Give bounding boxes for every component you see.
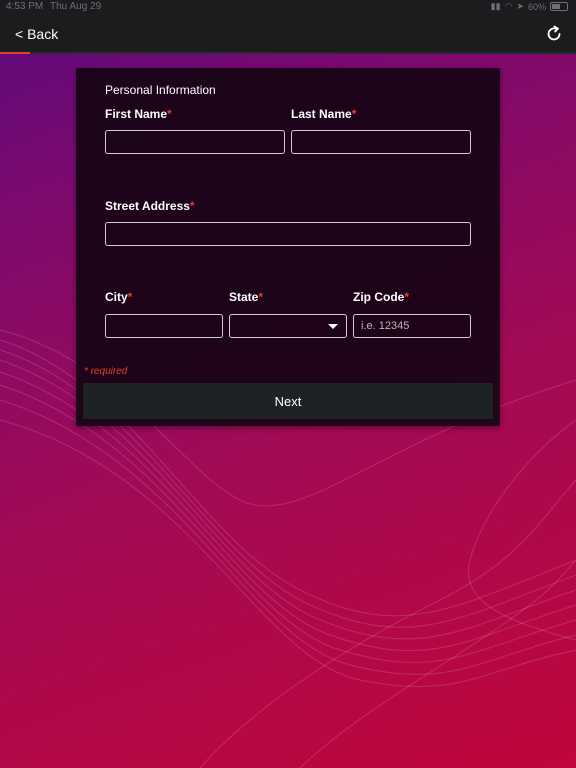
required-marker: * <box>351 107 357 121</box>
battery-icon <box>550 2 568 11</box>
status-indicators: ▮▮ ◠ ➤ 60% <box>491 1 568 12</box>
status-time: 4:53 PM <box>6 1 44 12</box>
location-icon: ➤ <box>516 1 524 11</box>
required-marker: * <box>127 290 133 304</box>
back-label: < Back <box>15 26 59 42</box>
signal-icon: ▮▮ <box>490 1 501 11</box>
personal-info-form: Personal Information First Name* Last Na… <box>76 68 500 426</box>
battery-percent: 60% <box>527 1 546 12</box>
next-label: Next <box>274 393 302 409</box>
zip-code-placeholder: i.e. 12345 <box>361 320 410 332</box>
state-select[interactable] <box>229 314 347 338</box>
refresh-icon[interactable] <box>545 25 563 43</box>
city-input[interactable] <box>105 314 223 338</box>
required-marker: * <box>167 107 172 121</box>
section-title: Personal Information <box>105 83 216 97</box>
wifi-icon: ◠ <box>504 1 513 11</box>
required-marker: * <box>258 290 264 304</box>
required-note: * required <box>84 366 128 377</box>
dropdown-arrow-icon <box>328 324 338 329</box>
zip-code-input[interactable]: i.e. 12345 <box>353 314 471 338</box>
last-name-input[interactable] <box>291 130 471 154</box>
navigation-bar <box>0 14 576 52</box>
street-address-input[interactable] <box>105 222 471 246</box>
state-label: State* <box>229 290 264 304</box>
first-name-input[interactable] <box>105 130 285 154</box>
nav-divider <box>0 52 576 54</box>
status-date: Thu Aug 29 <box>50 1 102 12</box>
status-bar: 4:53 PM Thu Aug 29 ▮▮ ◠ ➤ 60% <box>0 0 576 14</box>
last-name-label: Last Name* <box>291 107 357 121</box>
next-button[interactable]: Next <box>83 383 493 419</box>
required-marker: * <box>189 199 195 213</box>
city-label: City* <box>105 290 133 304</box>
required-marker: * <box>404 290 409 304</box>
back-button[interactable]: < Back <box>15 26 58 42</box>
nav-accent-line <box>0 52 30 54</box>
zip-code-label: Zip Code* <box>353 290 409 304</box>
street-address-label: Street Address* <box>105 199 195 213</box>
first-name-label: First Name* <box>105 107 172 121</box>
